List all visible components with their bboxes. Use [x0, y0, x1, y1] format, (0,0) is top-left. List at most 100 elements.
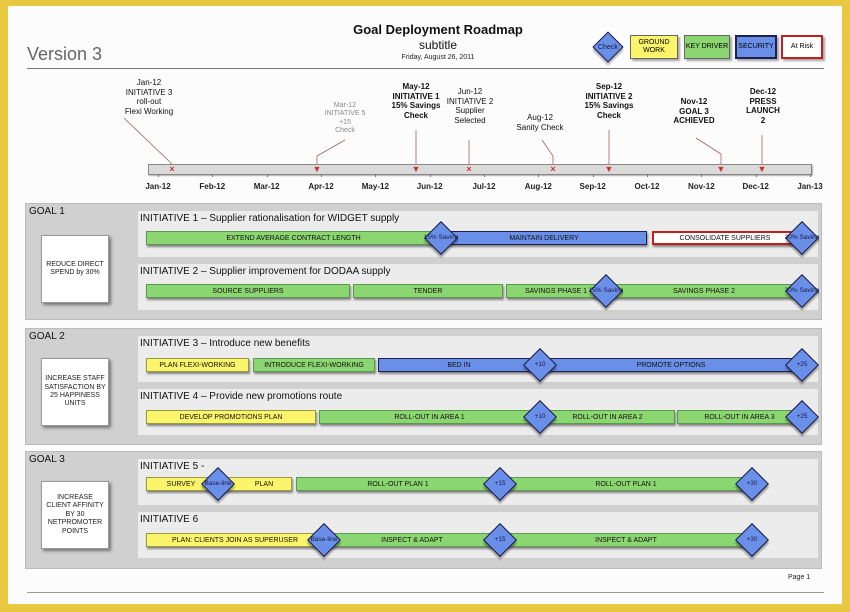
check-diamond-icon[interactable]: 15% Saving [424, 221, 458, 255]
milestone-line: Check [596, 110, 621, 120]
task-bar[interactable]: SAVINGS PHASE 2 [606, 284, 802, 298]
milestone-line: Jun-12 [457, 87, 483, 96]
check-diamond-icon[interactable]: +25 [785, 348, 819, 382]
initiative-1-panel: INITIATIVE 1 – Supplier rationalisation … [138, 211, 819, 257]
timeline-month-label: Nov-12 [687, 182, 715, 191]
task-bar[interactable]: INSPECT & ADAPT [500, 533, 752, 547]
milestone-line: roll-out [136, 97, 162, 107]
page-number: Page 1 [788, 574, 811, 581]
task-bar[interactable]: BED IN [378, 358, 540, 372]
milestone-line: Jan-12 [136, 78, 162, 87]
task-bar[interactable]: INTRODUCE FLEXI-WORKING [253, 358, 375, 372]
task-bar[interactable]: ROLL-OUT PLAN 1 [500, 477, 752, 491]
timeline-month-label: Feb-12 [199, 182, 226, 191]
page-title: Goal Deployment Roadmap [353, 22, 523, 37]
milestone-line: INITIATIVE 3 [125, 87, 173, 97]
goal-2-objective: INCREASE STAFF SATISFACTION BY 25 HAPPIN… [41, 358, 109, 426]
milestone-8-arrow-icon: ▼ [757, 164, 767, 174]
milestone-4-x-icon: × [466, 164, 472, 174]
timeline-month-label: Jan-13 [797, 182, 823, 191]
check-diamond-icon[interactable]: +30 [735, 467, 769, 501]
timeline-tick [538, 174, 540, 177]
task-bar[interactable]: MAINTAIN DELIVERY [441, 231, 647, 245]
check-label: Base-line [310, 536, 338, 544]
milestone-line: Sep-12 [595, 82, 623, 91]
task-bar[interactable]: PROMOTE OPTIONS [540, 358, 802, 372]
initiative-4-panel: INITIATIVE 4 – Provide new promotions ro… [138, 389, 819, 435]
legend-at-risk: At Risk [781, 35, 823, 59]
milestone-3-arrow-icon: ▼ [411, 164, 421, 174]
timeline-tick [158, 174, 159, 177]
check-label: +15 [494, 480, 506, 488]
check-diamond-icon[interactable]: +15 [483, 467, 517, 501]
legend-security: SECURITY [735, 35, 777, 59]
check-diamond-icon[interactable]: +10 [523, 400, 557, 434]
initiative-6-title: INITIATIVE 6 [140, 514, 199, 525]
task-bar[interactable]: DEVELOP PROMOTIONS PLAN [146, 410, 316, 424]
check-label: +30 [746, 480, 758, 488]
page-subtitle: subtitle [418, 38, 458, 52]
initiative-2-title: INITIATIVE 2 – Supplier improvement for … [140, 266, 391, 277]
milestone-2-arrow-icon: ▼ [312, 164, 322, 174]
timeline-month-label: Jul-12 [472, 182, 496, 191]
initiative-5-title: INITIATIVE 5 - [140, 461, 205, 472]
milestone-line: Check [335, 127, 355, 135]
check-label: 15% Saving [423, 234, 459, 242]
initiative-4-title: INITIATIVE 4 – Provide new promotions ro… [140, 391, 343, 402]
check-diamond-icon[interactable]: +25 [785, 400, 819, 434]
task-bar[interactable]: ROLL-OUT IN AREA 1 [319, 410, 540, 424]
timeline-month-label: May-12 [361, 182, 389, 191]
baseline-diamond-icon[interactable]: Base-line [307, 523, 341, 557]
check-label: +25 [796, 413, 808, 421]
goal-3-label: GOAL 3 [29, 454, 65, 465]
milestone-5-x-icon: × [550, 164, 556, 174]
goal-1-panel: GOAL 1 REDUCE DIRECT SPEND by 30% INITIA… [25, 203, 822, 320]
milestone-7-arrow-icon: ▼ [716, 164, 726, 174]
timeline-tick [375, 174, 377, 177]
task-bar[interactable]: ROLL-OUT PLAN 1 [296, 477, 500, 491]
timeline-tick [592, 174, 594, 177]
milestone-6: Sep-12 INITIATIVE 2 15% Savings Check [564, 82, 654, 120]
goal-3-objective: INCREASE CLIENT AFFINITY BY 30 NETPROMOT… [41, 481, 109, 549]
check-diamond-icon[interactable]: +30 [735, 523, 769, 557]
task-bar[interactable]: TENDER [353, 284, 503, 298]
milestone-line: Dec-12 [749, 87, 777, 96]
check-diamond-icon[interactable]: +10 [523, 348, 557, 382]
roadmap-page: Version 3 Goal Deployment Roadmap subtit… [8, 6, 842, 604]
task-bar-at-risk[interactable]: CONSOLIDATE SUPPLIERS [652, 231, 798, 245]
task-bar[interactable]: EXTEND AVERAGE CONTRACT LENGTH [146, 231, 441, 245]
check-label: 30% Saving [784, 287, 820, 295]
check-label: +10 [534, 413, 546, 421]
timeline-month-label: Mar-12 [253, 182, 280, 191]
task-bar[interactable]: ROLL-OUT IN AREA 2 [540, 410, 675, 424]
check-diamond-icon[interactable]: 15% Saving [589, 274, 623, 308]
version-label: Version 3 [27, 44, 103, 64]
legend-key-driver: KEY DRIVER [684, 35, 730, 59]
check-diamond-icon[interactable]: 30% Saving [785, 221, 819, 255]
timeline-month-label: Apr-12 [308, 182, 334, 191]
timeline-month-label: Oct-12 [634, 182, 660, 191]
milestone-line: PRESS [749, 96, 777, 106]
task-bar[interactable]: INSPECT & ADAPT [324, 533, 500, 547]
timeline-month-label: Sep-12 [579, 182, 606, 191]
check-diamond-icon[interactable]: 30% Saving [785, 274, 819, 308]
timeline-tick [266, 174, 268, 177]
goal-2-label: GOAL 2 [29, 331, 65, 342]
initiative-2-panel: INITIATIVE 2 – Supplier improvement for … [138, 264, 819, 310]
task-bar[interactable]: PLAN FLEXI-WORKING [146, 358, 249, 372]
task-bar[interactable]: SOURCE SUPPLIERS [146, 284, 350, 298]
initiative-3-title: INITIATIVE 3 – Introduce new benefits [140, 338, 310, 349]
timeline-tick [484, 174, 485, 177]
task-bar[interactable]: PLAN: CLIENTS JOIN AS SUPERUSER [146, 533, 324, 547]
check-diamond-icon[interactable]: +15 [483, 523, 517, 557]
timeline-tick [647, 174, 648, 177]
initiative-1-title: INITIATIVE 1 – Supplier rationalisation … [140, 213, 400, 224]
baseline-diamond-icon[interactable]: Base-line [201, 467, 235, 501]
timeline-tick [810, 174, 811, 177]
header-divider [27, 68, 824, 69]
milestone-line: Sanity Check [516, 122, 564, 132]
timeline-bar [148, 164, 812, 175]
timeline-month-label: Jun-12 [416, 182, 443, 191]
goal-3-panel: GOAL 3 INCREASE CLIENT AFFINITY BY 30 NE… [25, 451, 822, 569]
initiative-6-panel: INITIATIVE 6 PLAN: CLIENTS JOIN AS SUPER… [138, 512, 818, 558]
